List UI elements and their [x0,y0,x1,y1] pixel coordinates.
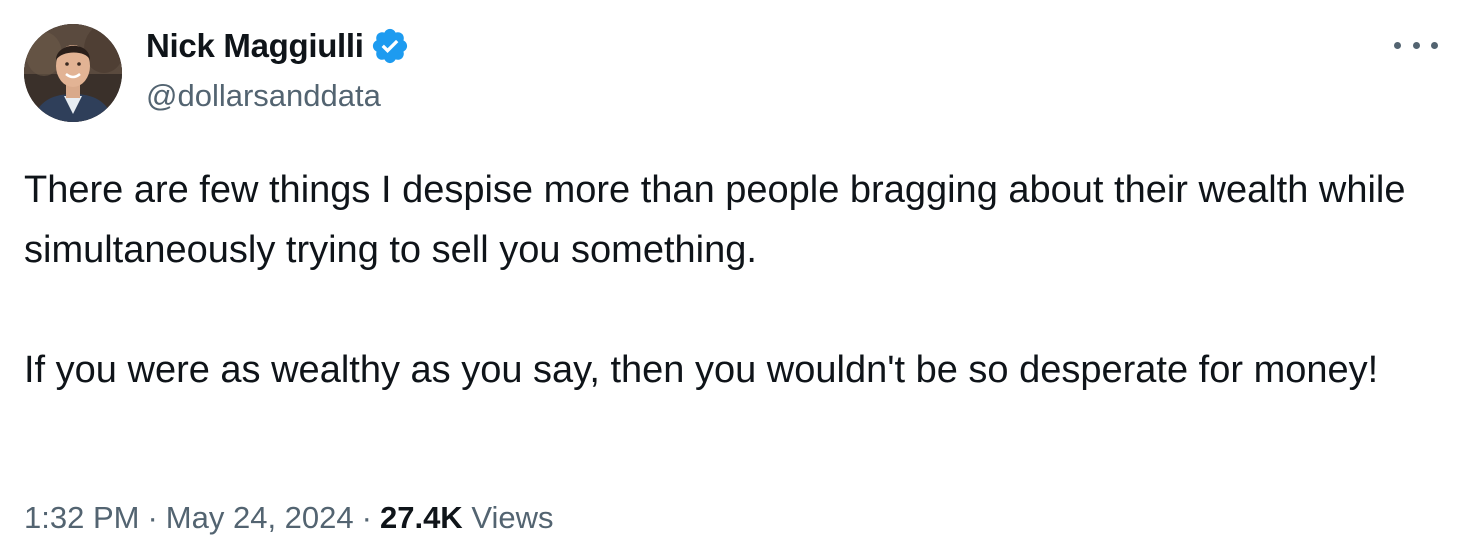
tweet-card: Nick Maggiulli @dollarsanddata There are… [0,0,1462,547]
tweet-paragraph: There are few things I despise more than… [24,169,1406,271]
author-display-name[interactable]: Nick Maggiulli [146,27,364,65]
avatar[interactable] [24,24,122,122]
author-name-row: Nick Maggiulli [146,24,410,68]
verified-badge-icon[interactable] [370,26,410,66]
meta-separator: · [147,500,158,535]
more-dot [1394,41,1401,49]
more-dot [1412,41,1420,49]
views-count[interactable]: 27.4K [380,500,463,535]
tweet-meta: 1:32 PM · May 24, 2024 · 27.4K Views [24,500,553,536]
tweet-text: There are few things I despise more than… [24,160,1444,400]
more-dot [1431,41,1438,49]
tweet-paragraph: If you were as wealthy as you say, then … [24,349,1379,391]
meta-separator: · [361,500,372,535]
profile-photo-icon [24,24,122,122]
tweet-time[interactable]: 1:32 PM [24,500,139,535]
tweet-date[interactable]: May 24, 2024 [166,500,354,535]
views-label: Views [471,500,554,535]
author-handle[interactable]: @dollarsanddata [146,78,381,114]
more-options-icon[interactable] [1394,30,1438,60]
